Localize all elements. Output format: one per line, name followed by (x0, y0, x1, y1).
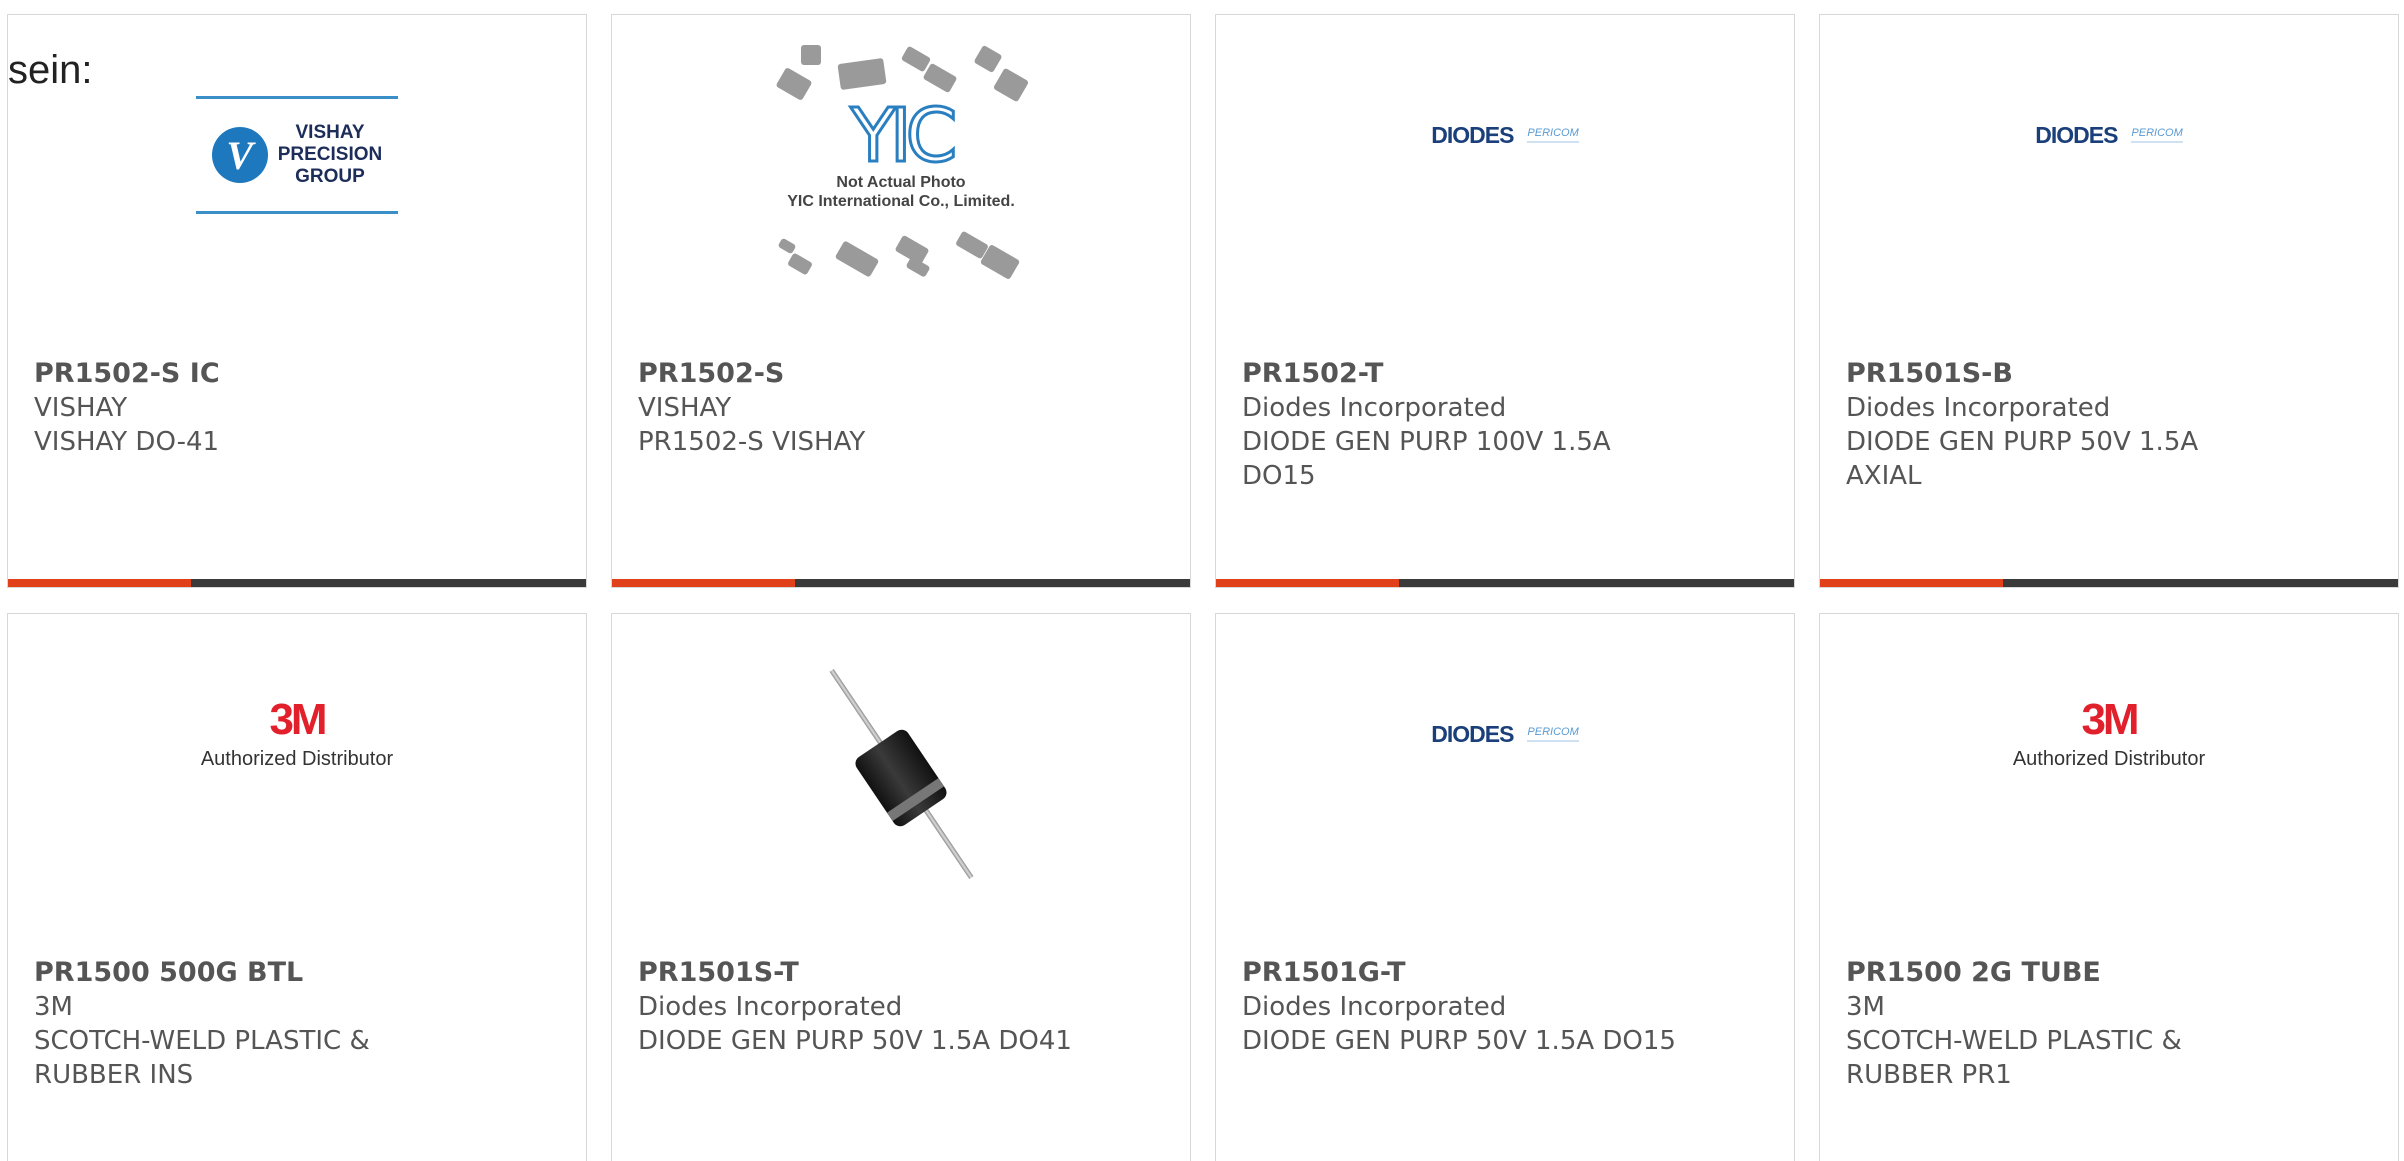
description: DIODE GEN PURP 50V 1.5A AXIAL (1846, 427, 2199, 491)
diodes-logo: DIODES PERICOM (2035, 121, 2183, 148)
manufacturer: Diodes Incorporated (1242, 992, 1507, 1022)
product-image[interactable]: DIODES PERICOM (1216, 75, 1794, 365)
part-number-link[interactable]: PR1501S-T (638, 956, 1170, 990)
product-info: PR1502-S VISHAY PR1502-S VISHAY (638, 357, 1170, 459)
product-info: PR1501S-T Diodes Incorporated DIODE GEN … (638, 956, 1170, 1058)
part-number-link[interactable]: PR1502-S IC (34, 357, 566, 391)
product-image[interactable]: 3M Authorized Distributor (1820, 674, 2398, 964)
diodes-logo: DIODES PERICOM (1431, 121, 1579, 148)
product-info: PR1500 500G BTL 3M SCOTCH-WELD PLASTIC &… (34, 956, 566, 1092)
product-card[interactable]: PR1501S-T Diodes Incorporated DIODE GEN … (611, 613, 1191, 1161)
manufacturer: 3M (1846, 992, 1885, 1022)
product-image[interactable]: YIC Not Actual Photo YIC International C… (612, 44, 1190, 365)
part-number-link[interactable]: PR1500 500G BTL (34, 956, 566, 990)
description: DIODE GEN PURP 50V 1.5A DO15 (1242, 1026, 1676, 1056)
description: SCOTCH-WELD PLASTIC & RUBBER PR1 (1846, 1026, 2182, 1090)
diodes-logo: DIODES PERICOM (1431, 720, 1579, 747)
product-card[interactable]: V VISHAY PRECISION GROUP PR1502-S IC VIS… (7, 14, 587, 588)
description: VISHAY DO-41 (34, 427, 220, 457)
intro-text: sein: (8, 48, 93, 92)
product-card[interactable]: DIODES PERICOM PR1502-T Diodes Incorpora… (1215, 14, 1795, 588)
product-card[interactable]: 3M Authorized Distributor PR1500 500G BT… (7, 613, 587, 1161)
manufacturer: 3M (34, 992, 73, 1022)
part-number-link[interactable]: PR1500 2G TUBE (1846, 956, 2378, 990)
manufacturer: Diodes Incorporated (1242, 393, 1507, 423)
description: DIODE GEN PURP 50V 1.5A DO41 (638, 1026, 1072, 1056)
product-card[interactable]: DIODES PERICOM PR1501G-T Diodes Incorpor… (1215, 613, 1795, 1161)
product-image[interactable]: DIODES PERICOM (1820, 75, 2398, 365)
card-bottom-bar (612, 579, 1190, 587)
3m-logo: 3M Authorized Distributor (200, 694, 394, 770)
product-image[interactable]: 3M Authorized Distributor (8, 674, 586, 964)
part-number-link[interactable]: PR1502-T (1242, 357, 1774, 391)
product-info: PR1501S-B Diodes Incorporated DIODE GEN … (1846, 357, 2378, 493)
product-info: PR1502-T Diodes Incorporated DIODE GEN P… (1242, 357, 1774, 493)
description: PR1502-S VISHAY (638, 427, 866, 457)
part-number-link[interactable]: PR1501G-T (1242, 956, 1774, 990)
product-info: PR1500 2G TUBE 3M SCOTCH-WELD PLASTIC & … (1846, 956, 2378, 1092)
vishay-v-icon: V (211, 127, 268, 183)
description: DIODE GEN PURP 100V 1.5A DO15 (1242, 427, 1611, 491)
product-listing-page: sein: V VISHAY PRECISION GROUP PR1502-S … (0, 0, 2404, 1161)
product-info: PR1501G-T Diodes Incorporated DIODE GEN … (1242, 956, 1774, 1058)
manufacturer: Diodes Incorporated (1846, 393, 2111, 423)
yic-placeholder-image: YIC Not Actual Photo YIC International C… (761, 44, 1041, 285)
yic-logo-letters: YIC (849, 93, 959, 179)
part-number-link[interactable]: PR1502-S (638, 357, 1170, 391)
product-image[interactable]: V VISHAY PRECISION GROUP (8, 75, 586, 365)
card-bottom-bar (8, 579, 586, 587)
vishay-logo: V VISHAY PRECISION GROUP (196, 96, 398, 214)
diode-photo (796, 668, 1006, 880)
product-image[interactable]: DIODES PERICOM (1216, 674, 1794, 964)
card-bottom-bar (1216, 579, 1794, 587)
product-card[interactable]: 3M Authorized Distributor PR1500 2G TUBE… (1819, 613, 2399, 1161)
product-grid: V VISHAY PRECISION GROUP PR1502-S IC VIS… (7, 14, 2401, 1161)
manufacturer: Diodes Incorporated (638, 992, 903, 1022)
card-bottom-bar (1820, 579, 2398, 587)
manufacturer: VISHAY (638, 393, 732, 423)
product-card[interactable]: DIODES PERICOM PR1501S-B Diodes Incorpor… (1819, 14, 2399, 588)
product-image[interactable] (612, 668, 1190, 964)
part-number-link[interactable]: PR1501S-B (1846, 357, 2378, 391)
description: SCOTCH-WELD PLASTIC & RUBBER INS (34, 1026, 370, 1090)
product-info: PR1502-S IC VISHAY VISHAY DO-41 (34, 357, 566, 459)
3m-logo: 3M Authorized Distributor (2012, 694, 2206, 770)
manufacturer: VISHAY (34, 393, 128, 423)
product-card[interactable]: YIC Not Actual Photo YIC International C… (611, 14, 1191, 588)
